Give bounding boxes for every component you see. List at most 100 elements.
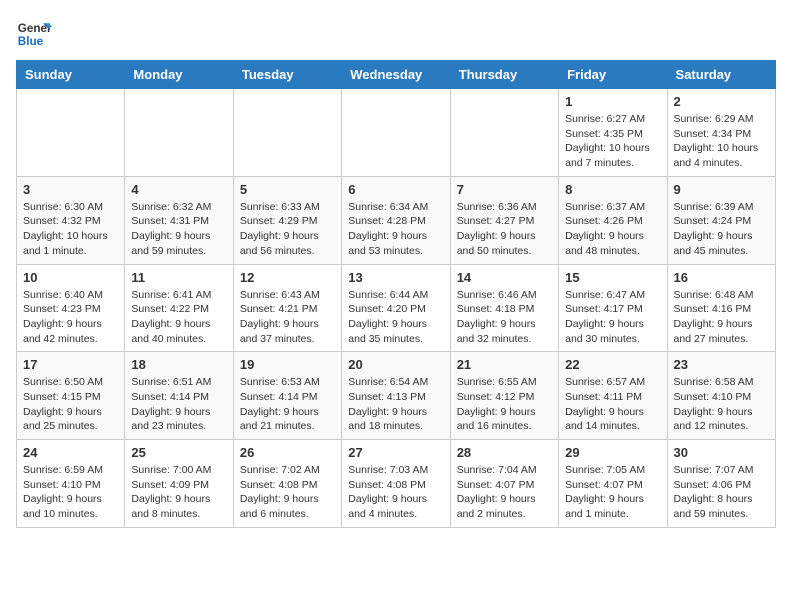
day-cell: 29 Sunrise: 7:05 AM Sunset: 4:07 PM Dayli… — [559, 440, 667, 528]
day-cell: 14 Sunrise: 6:46 AM Sunset: 4:18 PM Dayli… — [450, 264, 558, 352]
day-number: 10 — [23, 270, 118, 285]
day-cell: 28 Sunrise: 7:04 AM Sunset: 4:07 PM Dayli… — [450, 440, 558, 528]
day-cell: 2 Sunrise: 6:29 AM Sunset: 4:34 PM Daylig… — [667, 89, 775, 177]
week-row-4: 17 Sunrise: 6:50 AM Sunset: 4:15 PM Dayli… — [17, 352, 776, 440]
day-cell: 8 Sunrise: 6:37 AM Sunset: 4:26 PM Daylig… — [559, 176, 667, 264]
day-cell: 6 Sunrise: 6:34 AM Sunset: 4:28 PM Daylig… — [342, 176, 450, 264]
day-info: Sunrise: 7:07 AM Sunset: 4:06 PM Dayligh… — [674, 463, 769, 522]
day-number: 20 — [348, 357, 443, 372]
logo-icon: General Blue — [16, 16, 52, 52]
week-row-5: 24 Sunrise: 6:59 AM Sunset: 4:10 PM Dayli… — [17, 440, 776, 528]
day-number: 28 — [457, 445, 552, 460]
day-number: 27 — [348, 445, 443, 460]
day-cell — [17, 89, 125, 177]
day-cell: 17 Sunrise: 6:50 AM Sunset: 4:15 PM Dayli… — [17, 352, 125, 440]
day-number: 22 — [565, 357, 660, 372]
day-cell: 23Sunrise: 6:58 AM Sunset: 4:10 PM Dayli… — [667, 352, 775, 440]
day-number: 9 — [674, 182, 769, 197]
day-info: Sunrise: 6:34 AM Sunset: 4:28 PM Dayligh… — [348, 200, 443, 259]
day-cell: 22Sunrise: 6:57 AM Sunset: 4:11 PM Dayli… — [559, 352, 667, 440]
day-info: Sunrise: 6:39 AM Sunset: 4:24 PM Dayligh… — [674, 200, 769, 259]
day-number: 24 — [23, 445, 118, 460]
column-header-wednesday: Wednesday — [342, 61, 450, 89]
day-number: 12 — [240, 270, 335, 285]
day-info: Sunrise: 6:55 AM Sunset: 4:12 PM Dayligh… — [457, 375, 552, 434]
day-cell: 3 Sunrise: 6:30 AM Sunset: 4:32 PM Daylig… — [17, 176, 125, 264]
day-number: 23 — [674, 357, 769, 372]
day-number: 3 — [23, 182, 118, 197]
calendar-table: SundayMondayTuesdayWednesdayThursdayFrid… — [16, 60, 776, 528]
day-info: Sunrise: 6:53 AM Sunset: 4:14 PM Dayligh… — [240, 375, 335, 434]
day-cell — [450, 89, 558, 177]
day-info: Sunrise: 6:47 AM Sunset: 4:17 PM Dayligh… — [565, 288, 660, 347]
day-info: Sunrise: 6:44 AM Sunset: 4:20 PM Dayligh… — [348, 288, 443, 347]
day-number: 2 — [674, 94, 769, 109]
day-info: Sunrise: 6:40 AM Sunset: 4:23 PM Dayligh… — [23, 288, 118, 347]
day-number: 1 — [565, 94, 660, 109]
day-cell: 26 Sunrise: 7:02 AM Sunset: 4:08 PM Dayli… — [233, 440, 341, 528]
page-header: General Blue — [16, 16, 776, 52]
day-number: 8 — [565, 182, 660, 197]
day-number: 18 — [131, 357, 226, 372]
day-info: Sunrise: 6:50 AM Sunset: 4:15 PM Dayligh… — [23, 375, 118, 434]
day-cell: 12 Sunrise: 6:43 AM Sunset: 4:21 PM Dayli… — [233, 264, 341, 352]
day-number: 14 — [457, 270, 552, 285]
day-info: Sunrise: 6:27 AM Sunset: 4:35 PM Dayligh… — [565, 112, 660, 171]
day-cell: 25 Sunrise: 7:00 AM Sunset: 4:09 PM Dayli… — [125, 440, 233, 528]
day-cell: 16 Sunrise: 6:48 AM Sunset: 4:16 PM Dayli… — [667, 264, 775, 352]
day-number: 29 — [565, 445, 660, 460]
day-info: Sunrise: 7:02 AM Sunset: 4:08 PM Dayligh… — [240, 463, 335, 522]
day-number: 6 — [348, 182, 443, 197]
day-cell: 24 Sunrise: 6:59 AM Sunset: 4:10 PM Dayli… — [17, 440, 125, 528]
day-cell: 9 Sunrise: 6:39 AM Sunset: 4:24 PM Daylig… — [667, 176, 775, 264]
day-number: 17 — [23, 357, 118, 372]
day-cell: 4 Sunrise: 6:32 AM Sunset: 4:31 PM Daylig… — [125, 176, 233, 264]
column-header-sunday: Sunday — [17, 61, 125, 89]
day-cell: 1 Sunrise: 6:27 AM Sunset: 4:35 PM Daylig… — [559, 89, 667, 177]
day-info: Sunrise: 7:00 AM Sunset: 4:09 PM Dayligh… — [131, 463, 226, 522]
day-cell: 27Sunrise: 7:03 AM Sunset: 4:08 PM Dayli… — [342, 440, 450, 528]
day-cell: 19 Sunrise: 6:53 AM Sunset: 4:14 PM Dayli… — [233, 352, 341, 440]
day-info: Sunrise: 6:43 AM Sunset: 4:21 PM Dayligh… — [240, 288, 335, 347]
day-info: Sunrise: 6:29 AM Sunset: 4:34 PM Dayligh… — [674, 112, 769, 171]
day-info: Sunrise: 6:48 AM Sunset: 4:16 PM Dayligh… — [674, 288, 769, 347]
day-info: Sunrise: 6:59 AM Sunset: 4:10 PM Dayligh… — [23, 463, 118, 522]
day-cell: 18 Sunrise: 6:51 AM Sunset: 4:14 PM Dayli… — [125, 352, 233, 440]
day-cell: 5Sunrise: 6:33 AM Sunset: 4:29 PM Daylig… — [233, 176, 341, 264]
week-row-3: 10 Sunrise: 6:40 AM Sunset: 4:23 PM Dayli… — [17, 264, 776, 352]
day-info: Sunrise: 6:51 AM Sunset: 4:14 PM Dayligh… — [131, 375, 226, 434]
day-info: Sunrise: 6:37 AM Sunset: 4:26 PM Dayligh… — [565, 200, 660, 259]
day-number: 19 — [240, 357, 335, 372]
day-cell: 10 Sunrise: 6:40 AM Sunset: 4:23 PM Dayli… — [17, 264, 125, 352]
day-info: Sunrise: 6:32 AM Sunset: 4:31 PM Dayligh… — [131, 200, 226, 259]
day-info: Sunrise: 6:36 AM Sunset: 4:27 PM Dayligh… — [457, 200, 552, 259]
calendar-header-row: SundayMondayTuesdayWednesdayThursdayFrid… — [17, 61, 776, 89]
week-row-2: 3 Sunrise: 6:30 AM Sunset: 4:32 PM Daylig… — [17, 176, 776, 264]
day-number: 7 — [457, 182, 552, 197]
day-number: 4 — [131, 182, 226, 197]
day-number: 25 — [131, 445, 226, 460]
column-header-saturday: Saturday — [667, 61, 775, 89]
day-number: 21 — [457, 357, 552, 372]
day-cell — [125, 89, 233, 177]
day-info: Sunrise: 7:04 AM Sunset: 4:07 PM Dayligh… — [457, 463, 552, 522]
day-cell — [233, 89, 341, 177]
day-info: Sunrise: 6:41 AM Sunset: 4:22 PM Dayligh… — [131, 288, 226, 347]
column-header-monday: Monday — [125, 61, 233, 89]
day-number: 16 — [674, 270, 769, 285]
day-info: Sunrise: 7:05 AM Sunset: 4:07 PM Dayligh… — [565, 463, 660, 522]
column-header-friday: Friday — [559, 61, 667, 89]
day-number: 15 — [565, 270, 660, 285]
day-number: 11 — [131, 270, 226, 285]
logo: General Blue — [16, 16, 52, 52]
column-header-thursday: Thursday — [450, 61, 558, 89]
day-cell: 11 Sunrise: 6:41 AM Sunset: 4:22 PM Dayli… — [125, 264, 233, 352]
day-cell — [342, 89, 450, 177]
day-info: Sunrise: 6:46 AM Sunset: 4:18 PM Dayligh… — [457, 288, 552, 347]
day-info: Sunrise: 6:54 AM Sunset: 4:13 PM Dayligh… — [348, 375, 443, 434]
day-number: 26 — [240, 445, 335, 460]
day-cell: 7 Sunrise: 6:36 AM Sunset: 4:27 PM Daylig… — [450, 176, 558, 264]
day-number: 5 — [240, 182, 335, 197]
svg-text:Blue: Blue — [18, 35, 44, 48]
day-info: Sunrise: 6:30 AM Sunset: 4:32 PM Dayligh… — [23, 200, 118, 259]
